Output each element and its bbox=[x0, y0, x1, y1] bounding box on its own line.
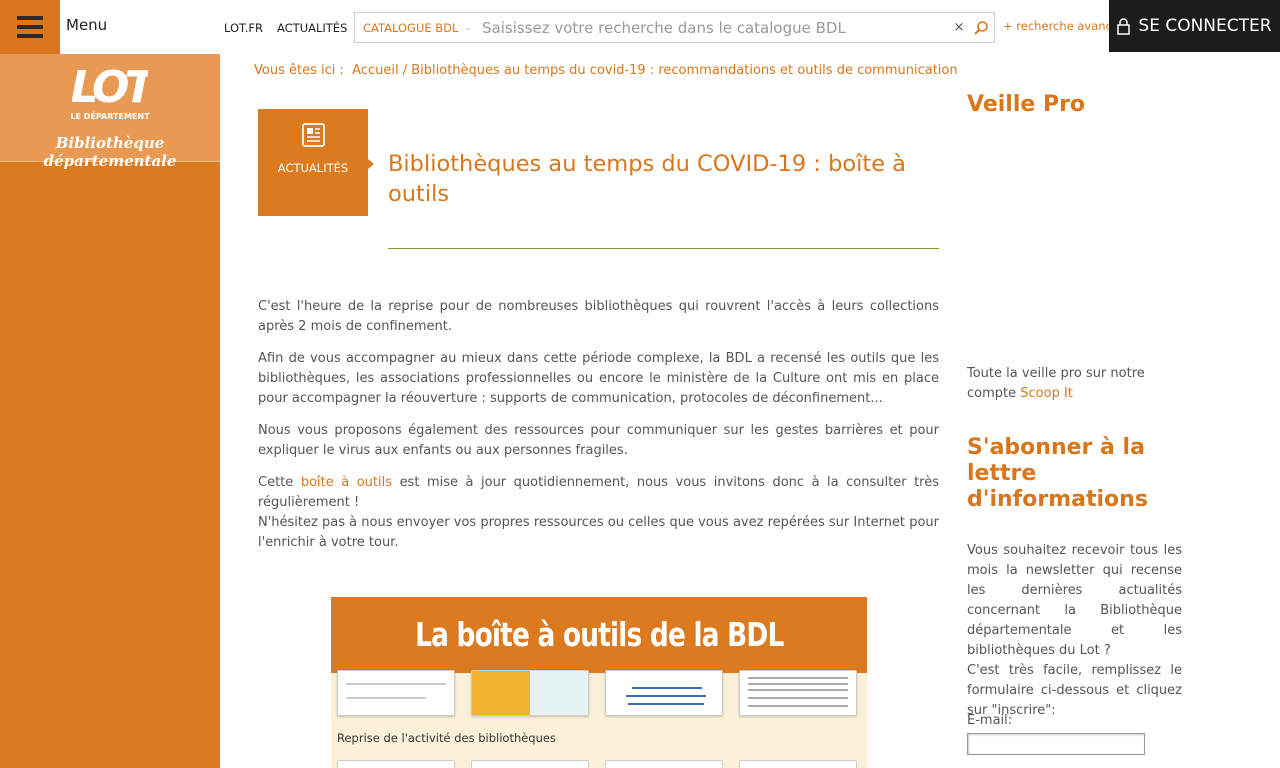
link-actualites[interactable]: ACTUALITÉS bbox=[277, 21, 347, 35]
breadcrumb: Vous êtes ici : Accueil / Bibliothèques … bbox=[254, 63, 958, 78]
search-category-select[interactable]: CATALOGUE BDL ⌄ bbox=[355, 21, 475, 35]
toolbox-caption: Reprise de l'activité des bibliothèques bbox=[337, 731, 556, 745]
search-icon[interactable] bbox=[968, 16, 994, 40]
newsletter-description: Vous souhaitez recevoir tous les mois la… bbox=[967, 543, 1182, 658]
top-header: Menu LOT.FR ACTUALITÉS CATALOGUE BDL ⌄ ×… bbox=[0, 0, 1280, 54]
sidebar: LOT LE DÉPARTEMENT Bibliothèque départem… bbox=[0, 54, 220, 768]
scoop-it-link[interactable]: Scoop It bbox=[1020, 386, 1073, 401]
toolbox-banner-image[interactable]: La boîte à outils de la BDL Reprise de l… bbox=[331, 597, 867, 768]
lot-logo-icon: LOT bbox=[72, 62, 148, 110]
logo-department: LE DÉPARTEMENT bbox=[70, 112, 150, 121]
category-tile[interactable]: ACTUALITÉS bbox=[258, 109, 368, 216]
toolbox-heading: La boîte à outils de la BDL bbox=[331, 597, 867, 673]
clear-icon[interactable]: × bbox=[950, 20, 968, 35]
svg-text:LOT: LOT bbox=[72, 62, 148, 110]
breadcrumb-current: Bibliothèques au temps du covid-19 : rec… bbox=[411, 63, 958, 78]
paragraph-text: Cette bbox=[258, 475, 294, 490]
veille-pro-title: Veille Pro bbox=[967, 92, 1086, 117]
advanced-search-link[interactable]: + recherche avancée bbox=[1003, 19, 1109, 33]
veille-pro-text: Toute la veille pro sur notre compte Sco… bbox=[967, 364, 1157, 404]
toolbox-link[interactable]: boîte à outils bbox=[301, 475, 392, 490]
thumbnail bbox=[471, 760, 589, 768]
article-body: C'est l'heure de la reprise pour de nomb… bbox=[258, 297, 939, 565]
menu-label[interactable]: Menu bbox=[66, 16, 107, 34]
lock-icon bbox=[1117, 17, 1131, 35]
newsletter-text: Vous souhaitez recevoir tous les mois la… bbox=[967, 541, 1182, 721]
chevron-down-icon: ⌄ bbox=[464, 22, 473, 33]
paragraph-with-link: Cette boîte à outils est mise à jour quo… bbox=[258, 473, 939, 553]
thumbnail bbox=[605, 760, 723, 768]
newsletter-title: S'abonner à la lettre d'informations bbox=[967, 435, 1148, 512]
link-lot-fr[interactable]: LOT.FR bbox=[224, 21, 263, 35]
search-bar: CATALOGUE BDL ⌄ × bbox=[354, 12, 995, 43]
paragraph: Afin de vous accompagner au mieux dans c… bbox=[258, 351, 939, 406]
breadcrumb-prefix: Vous êtes ici : bbox=[254, 63, 344, 78]
breadcrumb-home[interactable]: Accueil bbox=[352, 63, 398, 78]
email-field[interactable] bbox=[967, 733, 1145, 755]
hamburger-menu-icon[interactable] bbox=[0, 0, 60, 54]
paragraph: C'est l'heure de la reprise pour de nomb… bbox=[258, 299, 939, 334]
search-category-label: CATALOGUE BDL bbox=[363, 20, 459, 35]
thumbnail bbox=[739, 760, 857, 768]
thumbnail bbox=[337, 760, 455, 768]
paragraph-text: N'hésitez pas à nous envoyer vos propres… bbox=[258, 515, 939, 550]
thumbnail bbox=[471, 670, 589, 716]
thumbnail bbox=[605, 670, 723, 716]
thumbnail bbox=[739, 670, 857, 716]
login-label: SE CONNECTER bbox=[1138, 16, 1272, 36]
site-logo[interactable]: LOT LE DÉPARTEMENT Bibliothèque départem… bbox=[0, 54, 220, 170]
newspaper-icon bbox=[302, 123, 325, 147]
title-divider bbox=[388, 248, 939, 249]
paragraph: Nous vous proposons également des ressou… bbox=[258, 423, 939, 458]
top-links: LOT.FR ACTUALITÉS bbox=[224, 21, 347, 35]
logo-title: Bibliothèque départementale bbox=[43, 134, 177, 170]
login-button[interactable]: SE CONNECTER bbox=[1109, 0, 1280, 52]
category-arrow bbox=[368, 159, 374, 169]
article-title: Bibliothèques au temps du COVID-19 : boî… bbox=[388, 151, 906, 207]
newsletter-instructions: C'est très facile, remplissez le formula… bbox=[967, 663, 1182, 718]
search-input[interactable] bbox=[475, 18, 950, 37]
email-label: E-mail: bbox=[967, 713, 1013, 728]
thumbnail bbox=[337, 670, 455, 716]
category-label: ACTUALITÉS bbox=[277, 161, 349, 175]
breadcrumb-separator: / bbox=[402, 63, 408, 78]
